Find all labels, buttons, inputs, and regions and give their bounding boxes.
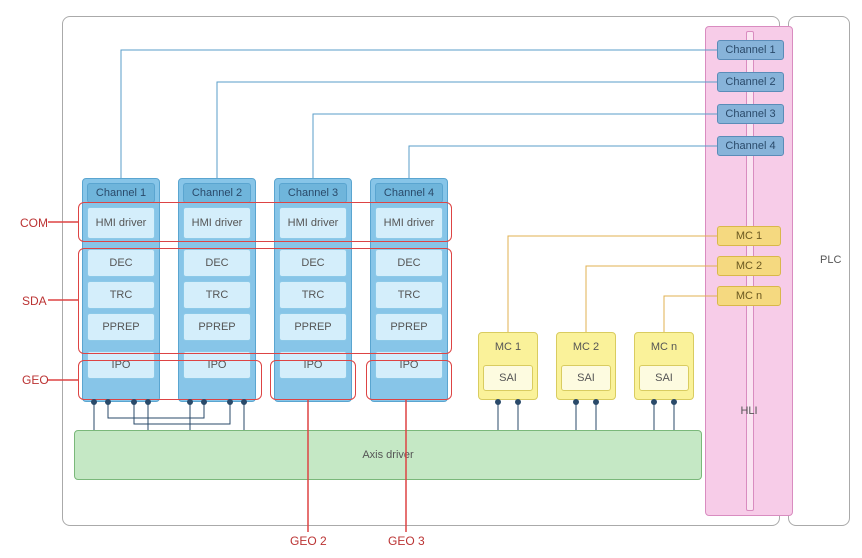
- channel-header: Channel 3: [279, 183, 347, 203]
- mc-col-n: MC n SAI: [634, 332, 694, 400]
- mc-right-n: MC n: [717, 286, 781, 306]
- mc-header: MC n: [639, 337, 689, 357]
- mc-right-1: MC 1: [717, 226, 781, 246]
- sai-module: SAI: [561, 365, 611, 391]
- hli-label: HLI: [706, 405, 792, 417]
- channel-right-1: Channel 1: [717, 40, 784, 60]
- mc-right-2: MC 2: [717, 256, 781, 276]
- geo-label: GEO: [22, 373, 49, 387]
- sai-module: SAI: [639, 365, 689, 391]
- axis-driver: Axis driver: [74, 430, 702, 480]
- channel-header: Channel 2: [183, 183, 251, 203]
- mc-col-1: MC 1 SAI: [478, 332, 538, 400]
- channel-header: Channel 4: [375, 183, 443, 203]
- channel-right-4: Channel 4: [717, 136, 784, 156]
- mc-header: MC 1: [483, 337, 533, 357]
- plc-container: [788, 16, 850, 526]
- geo2-label: GEO 2: [290, 534, 327, 548]
- com-group: [78, 202, 452, 242]
- geo2-group: [270, 360, 356, 400]
- channel-header: Channel 1: [87, 183, 155, 203]
- plc-label: PLC: [820, 254, 841, 266]
- geo3-label: GEO 3: [388, 534, 425, 548]
- channel-right-3: Channel 3: [717, 104, 784, 124]
- geo-group: [78, 360, 262, 400]
- sda-label: SDA: [22, 294, 47, 308]
- mc-header: MC 2: [561, 337, 611, 357]
- mc-col-2: MC 2 SAI: [556, 332, 616, 400]
- sai-module: SAI: [483, 365, 533, 391]
- diagram-root: PLC HLI Channel 1 Channel 2 Channel 3 Ch…: [0, 0, 862, 558]
- sda-group: [78, 248, 452, 354]
- channel-right-2: Channel 2: [717, 72, 784, 92]
- geo3-group: [366, 360, 452, 400]
- com-label: COM: [20, 216, 48, 230]
